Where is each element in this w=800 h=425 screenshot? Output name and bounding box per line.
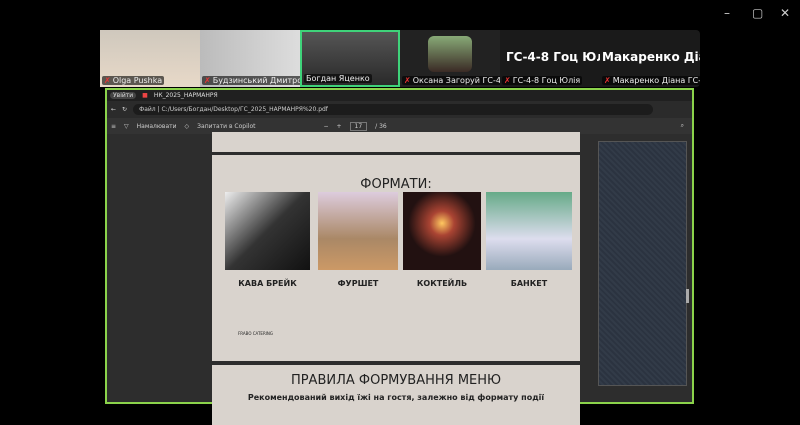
video-tile[interactable]: ✗ Оксана Загоруй ГС-4-9 xyxy=(400,30,500,87)
mic-muted-icon: ✗ xyxy=(204,76,211,85)
participant-name: Оксана Загоруй ГС-4-9 xyxy=(412,76,500,85)
format-label: КАВА БРЕЙК xyxy=(238,279,297,288)
address-bar[interactable]: Файл | C:/Users/Богдан/Desktop/ГС_2025_Н… xyxy=(133,104,654,115)
maximize-button[interactable]: ▢ xyxy=(752,6,763,20)
side-panel xyxy=(598,141,687,386)
buffet-image xyxy=(318,192,398,270)
profile-button[interactable]: Увійти xyxy=(110,92,137,99)
shared-screen-browser: Увійти ■ НК_2025_НАРМАНРЯ ← ↻ Файл | C:/User… xyxy=(105,88,694,425)
video-tile[interactable]: ✗ Olga Pushka xyxy=(100,30,200,87)
participant-strip: ✗Olga Pushka ✗Будзинський Дмитро ... Бог… xyxy=(100,30,700,87)
video-tile[interactable]: ГС-4-8 Гоц Юлія✗ГС-4-8 Гоц Юлія xyxy=(500,30,600,87)
cocktail-image xyxy=(403,192,481,270)
pdf-page-prev xyxy=(212,132,580,152)
participant-display-name: Макаренко Діа... xyxy=(602,50,700,64)
participant-name: ГС-4-8 Гоц Юлія xyxy=(512,76,581,85)
pdf-page-next: ПРАВИЛА ФОРМУВАННЯ МЕНЮ Рекомендований в… xyxy=(212,365,580,425)
draw-button[interactable]: Намалювати xyxy=(137,123,177,130)
url-prefix: Файл xyxy=(139,106,156,113)
participant-name: Макаренко Діана ГС-... xyxy=(612,76,700,85)
participant-name: Будзинський Дмитро ... xyxy=(212,76,300,85)
copilot-button[interactable]: Запитати в Copilot xyxy=(197,123,255,130)
participant-name: Богдан Яценко xyxy=(306,74,370,83)
video-tile[interactable]: Макаренко Діа... ✗Макаренко Діана ГС-... xyxy=(600,30,700,87)
menu-icon[interactable]: ≡ xyxy=(111,123,116,130)
url-text: C:/Users/Богдан/Desktop/ГС_2025_НАРМАНРЯ… xyxy=(161,106,328,113)
avatar xyxy=(428,36,472,72)
mic-muted-icon: ✗ xyxy=(404,76,411,85)
back-icon[interactable]: ← xyxy=(111,106,116,113)
pdf-viewer: ФОРМАТИ: КАВА БРЕЙК ФУРШЕТ КОКТЕЙЛЬ БАНК… xyxy=(107,132,692,425)
mic-muted-icon: ✗ xyxy=(504,76,511,85)
tab-icon: ■ xyxy=(142,92,148,99)
close-button[interactable]: ✕ xyxy=(780,6,790,20)
page-total: / 36 xyxy=(375,122,387,130)
participant-name: Olga Pushka xyxy=(112,76,163,85)
mic-muted-icon: ✗ xyxy=(604,76,611,85)
format-label: ФУРШЕТ xyxy=(337,279,379,288)
page-subtitle: Рекомендований вихід їжі на гостя, залеж… xyxy=(247,393,545,402)
video-tile[interactable]: ✗Будзинський Дмитро ... xyxy=(200,30,300,87)
pdf-page: ФОРМАТИ: КАВА БРЕЙК ФУРШЕТ КОКТЕЙЛЬ БАНК… xyxy=(212,155,580,361)
eraser-icon[interactable]: ◇ xyxy=(185,123,190,130)
page-footer: FRABO CATERING xyxy=(238,331,273,336)
mic-muted-icon: ✗ xyxy=(104,76,111,85)
page-number-input[interactable]: 17 xyxy=(349,121,368,131)
search-icon[interactable]: ⌕ xyxy=(681,122,684,130)
filter-icon[interactable]: ▽ xyxy=(124,123,129,130)
minimize-button[interactable]: – xyxy=(724,6,730,20)
coffee-break-image xyxy=(225,192,310,270)
scrollbar-thumb[interactable] xyxy=(686,289,689,303)
format-label: БАНКЕТ xyxy=(510,279,548,288)
banquet-image xyxy=(486,192,572,270)
zoom-out-button[interactable]: − xyxy=(323,123,328,130)
zoom-in-button[interactable]: + xyxy=(337,123,342,130)
participant-display-name: ГС-4-8 Гоц Юлія xyxy=(506,50,600,64)
refresh-icon[interactable]: ↻ xyxy=(122,106,127,113)
video-tile-active[interactable]: Богдан Яценко xyxy=(300,30,400,87)
format-label: КОКТЕЙЛЬ xyxy=(416,279,468,288)
page-title: ПРАВИЛА ФОРМУВАННЯ МЕНЮ xyxy=(290,373,502,388)
page-title: ФОРМАТИ: xyxy=(360,177,432,192)
browser-tab[interactable]: НК_2025_НАРМАНРЯ xyxy=(154,92,218,99)
